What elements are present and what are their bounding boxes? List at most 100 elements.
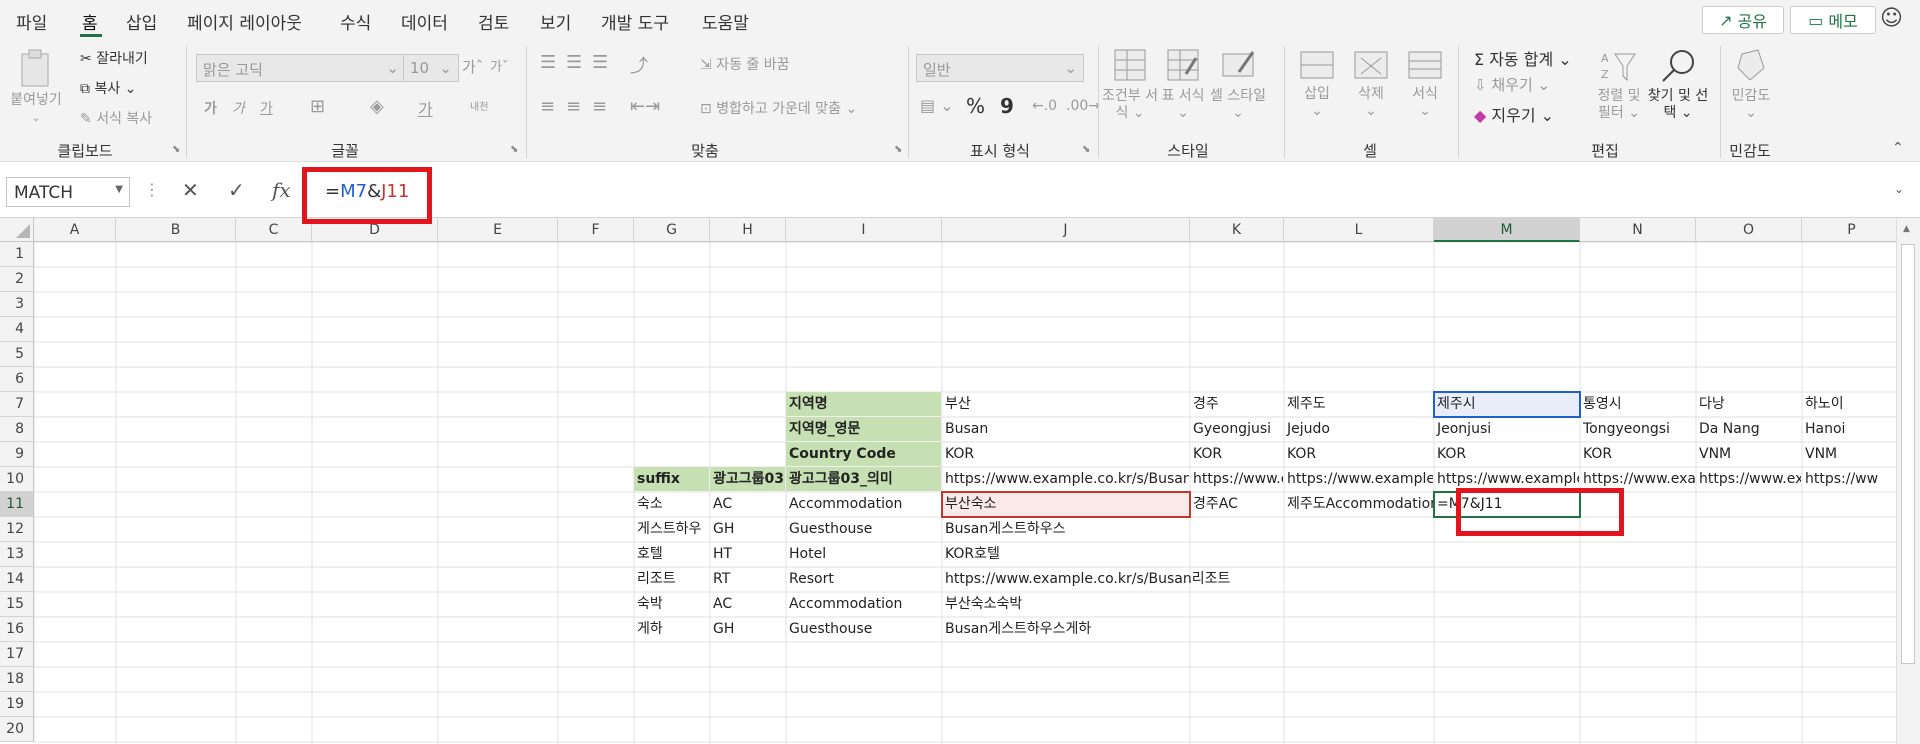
column-header-E[interactable]: E — [438, 218, 558, 242]
align-bottom-icon[interactable]: ☰ — [592, 52, 608, 73]
select-all-corner[interactable] — [0, 218, 34, 242]
row-header-4[interactable]: 4 — [0, 317, 34, 342]
align-middle-icon[interactable]: ☰ — [566, 52, 582, 73]
cell-I12[interactable]: Guesthouse — [786, 517, 941, 541]
enter-check-icon[interactable]: ✓ — [228, 178, 245, 202]
row-header-3[interactable]: 3 — [0, 292, 34, 317]
cell-H14[interactable]: RT — [710, 567, 785, 591]
comma-style-button[interactable]: 9 — [1000, 94, 1014, 118]
align-left-icon[interactable]: ≡ — [540, 96, 555, 117]
cell-I14[interactable]: Resort — [786, 567, 941, 591]
cell-K7[interactable]: 경주 — [1190, 392, 1283, 416]
cell-M9[interactable]: KOR — [1434, 442, 1579, 466]
column-header-A[interactable]: A — [34, 218, 116, 242]
align-top-icon[interactable]: ☰ — [540, 52, 556, 73]
cell-J14[interactable]: https://www.example.co.kr/s/Busan리조트 — [942, 567, 1901, 591]
cell-J8[interactable]: Busan — [942, 417, 1189, 441]
row-header-17[interactable]: 17 — [0, 642, 34, 667]
cell-P10[interactable]: https://ww — [1802, 467, 1901, 491]
align-right-icon[interactable]: ≡ — [592, 96, 607, 117]
insert-cells-button[interactable]: 삽입 ⌄ — [1292, 48, 1342, 120]
tab-developer[interactable]: 개발 도구 — [601, 9, 669, 34]
fill-button[interactable]: ⇩ 채우기 ⌄ — [1474, 74, 1550, 95]
cell-G13[interactable]: 호텔 — [634, 542, 709, 566]
row-header-10[interactable]: 10 — [0, 467, 34, 492]
autosum-button[interactable]: Σ 자동 합계 ⌄ — [1474, 46, 1572, 70]
format-as-table-button[interactable]: 표 서식 ⌄ — [1158, 48, 1208, 122]
row-header-8[interactable]: 8 — [0, 417, 34, 442]
increase-decimal-icon[interactable]: ←.0 — [1032, 98, 1057, 114]
scroll-thumb[interactable] — [1901, 244, 1915, 664]
row-header-20[interactable]: 20 — [0, 717, 34, 742]
share-button[interactable]: ↗ 공유 — [1702, 6, 1784, 34]
cell-G10[interactable]: suffix — [634, 467, 709, 491]
comments-button[interactable]: ▭ 메모 — [1790, 6, 1876, 34]
cell-J16[interactable]: Busan게스트하우스게하 — [942, 617, 1901, 641]
cell-K10[interactable]: https://www.ex — [1190, 467, 1283, 491]
format-cells-button[interactable]: 서식 ⌄ — [1400, 48, 1450, 120]
phonetic-button[interactable]: 내천 — [470, 98, 488, 113]
cell-O9[interactable]: VNM — [1696, 442, 1801, 466]
cell-N8[interactable]: Tongyeongsi — [1580, 417, 1695, 441]
cell-G14[interactable]: 리조트 — [634, 567, 709, 591]
cell-K11[interactable]: 경주AC — [1190, 492, 1283, 516]
cell-N7[interactable]: 통영시 — [1580, 392, 1695, 416]
column-header-J[interactable]: J — [942, 218, 1190, 242]
tab-formulas[interactable]: 수식 — [340, 9, 371, 34]
conditional-format-button[interactable]: 조건부 서식 ⌄ — [1102, 48, 1158, 122]
row-header-11[interactable]: 11 — [0, 492, 34, 517]
sort-filter-button[interactable]: AZ 정렬 및 필터 ⌄ — [1590, 48, 1648, 122]
font-name-combo[interactable]: 맑은 고딕 ⌄ — [196, 54, 406, 82]
column-header-K[interactable]: K — [1190, 218, 1284, 242]
cell-O8[interactable]: Da Nang — [1696, 417, 1801, 441]
clipboard-launcher-icon[interactable]: ⬊ — [172, 144, 180, 155]
cell-I9[interactable]: Country Code — [786, 442, 941, 466]
cell-H11[interactable]: AC — [710, 492, 785, 516]
cell-M8[interactable]: Jeonjusi — [1434, 417, 1579, 441]
font-color-icon[interactable]: 가 — [418, 96, 433, 120]
cell-K9[interactable]: KOR — [1190, 442, 1283, 466]
bold-button[interactable]: 가 — [204, 98, 217, 118]
tab-page-layout[interactable]: 페이지 레이아웃 — [187, 9, 302, 34]
insert-function-icon[interactable]: fx — [272, 178, 291, 202]
currency-icon[interactable]: ▤ ⌄ — [920, 96, 954, 115]
row-header-13[interactable]: 13 — [0, 542, 34, 567]
cell-P9[interactable]: VNM — [1802, 442, 1901, 466]
cell-J9[interactable]: KOR — [942, 442, 1189, 466]
column-header-F[interactable]: F — [558, 218, 634, 242]
align-center-icon[interactable]: ≡ — [566, 96, 581, 117]
cell-H12[interactable]: GH — [710, 517, 785, 541]
font-launcher-icon[interactable]: ⬊ — [510, 144, 518, 155]
cell-I8[interactable]: 지역명_영문 — [786, 417, 941, 441]
cell-O7[interactable]: 다낭 — [1696, 392, 1801, 416]
row-header-15[interactable]: 15 — [0, 592, 34, 617]
cell-I7[interactable]: 지역명 — [786, 392, 941, 416]
row-header-12[interactable]: 12 — [0, 517, 34, 542]
vertical-scrollbar[interactable]: ▲ — [1896, 218, 1920, 744]
scroll-up-icon[interactable]: ▲ — [1903, 224, 1910, 234]
tab-file[interactable]: 파일 — [16, 9, 47, 34]
cell-G15[interactable]: 숙박 — [634, 592, 709, 616]
cell-L7[interactable]: 제주도 — [1284, 392, 1433, 416]
cell-I13[interactable]: Hotel — [786, 542, 941, 566]
clear-button[interactable]: ◆ 지우기 ⌄ — [1474, 102, 1554, 126]
indent-icon[interactable]: ⇤⇥ — [630, 96, 660, 117]
column-header-M[interactable]: M — [1434, 218, 1580, 242]
row-header-6[interactable]: 6 — [0, 367, 34, 392]
alignment-launcher-icon[interactable]: ⬊ — [894, 144, 902, 155]
row-header-14[interactable]: 14 — [0, 567, 34, 592]
decrease-decimal-icon[interactable]: .00→ — [1066, 98, 1100, 114]
name-box[interactable]: MATCH ▼ — [6, 177, 130, 207]
column-header-G[interactable]: G — [634, 218, 710, 242]
tab-home[interactable]: 홈 — [82, 9, 98, 34]
cell-G12[interactable]: 게스트하우 — [634, 517, 709, 541]
cell-J7[interactable]: 부산 — [942, 392, 1189, 416]
column-header-L[interactable]: L — [1284, 218, 1434, 242]
number-format-combo[interactable]: 일반 ⌄ — [916, 54, 1084, 82]
tab-view[interactable]: 보기 — [540, 9, 571, 34]
cell-J10[interactable]: https://www.example.co.kr/s/Busan — [942, 467, 1189, 491]
cell-L9[interactable]: KOR — [1284, 442, 1433, 466]
column-header-H[interactable]: H — [710, 218, 786, 242]
decrease-font-icon[interactable]: 가ˇ — [490, 56, 508, 75]
row-header-1[interactable]: 1 — [0, 242, 34, 267]
